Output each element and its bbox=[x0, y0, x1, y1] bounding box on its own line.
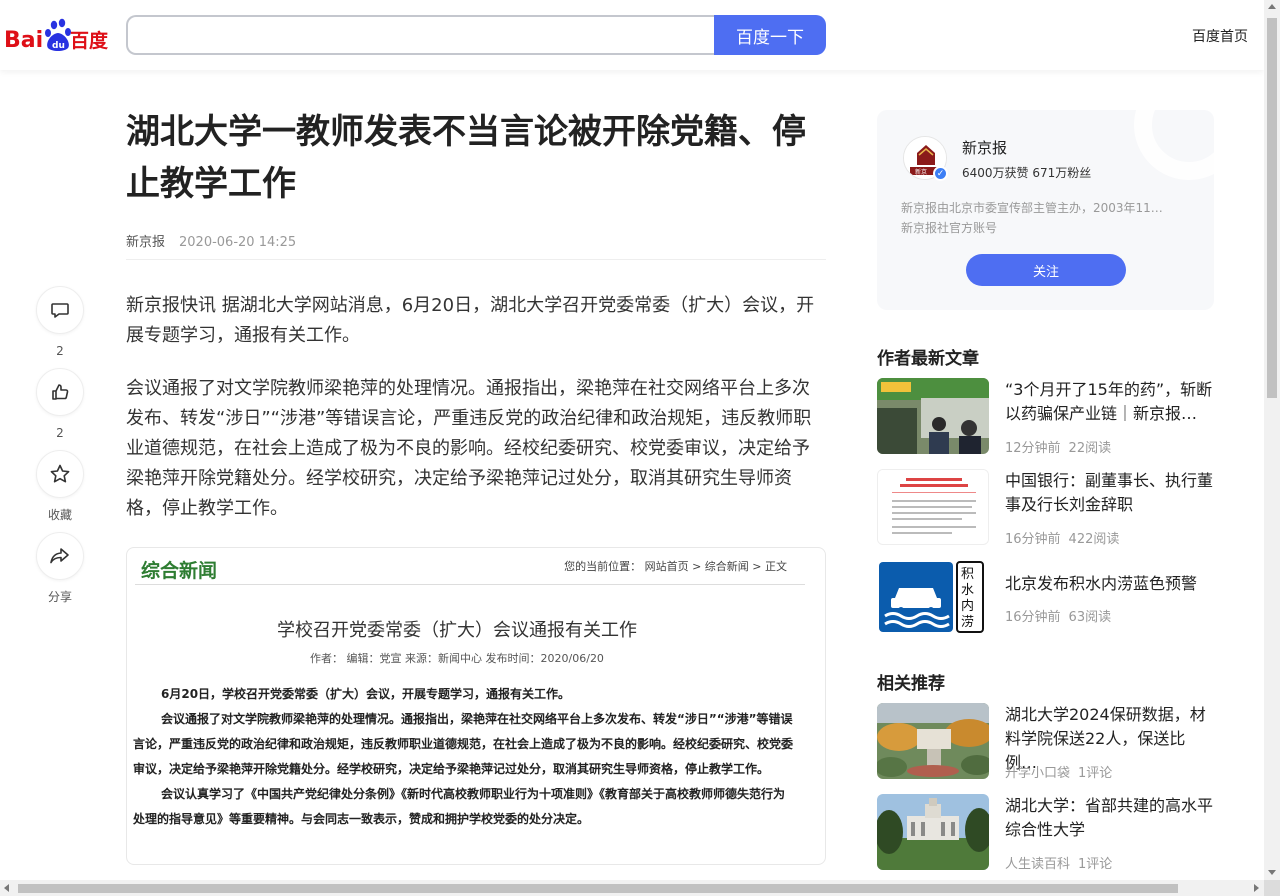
article-meta: 16分钟前 422阅读 bbox=[1005, 528, 1119, 547]
article-reads: 63阅读 bbox=[1068, 610, 1112, 625]
comment-button[interactable]: 2 bbox=[36, 286, 84, 358]
author-desc-line: 新京报社官方账号 bbox=[901, 221, 998, 235]
like-count: 2 bbox=[56, 426, 64, 440]
article-title-link[interactable]: 湖北大学：省部共建的高水平综合性大学 bbox=[1005, 794, 1215, 842]
svg-text:du: du bbox=[52, 41, 65, 51]
svg-text:涝: 涝 bbox=[961, 614, 974, 630]
embed-section-title: 综合新闻 bbox=[141, 560, 218, 582]
related-article-card[interactable]: 湖北大学：省部共建的高水平综合性大学 人生读百科 1评论 bbox=[877, 794, 1215, 872]
vertical-scrollbar[interactable] bbox=[1264, 0, 1280, 880]
article-title-link[interactable]: 中国银行：副董事长、执行董事及行长刘金辞职 bbox=[1005, 469, 1215, 517]
scroll-up-arrow-icon[interactable] bbox=[1268, 4, 1276, 9]
scroll-right-arrow-icon[interactable] bbox=[1254, 884, 1259, 892]
vertical-scroll-thumb[interactable] bbox=[1267, 18, 1277, 398]
author-stats: 6400万获赞 671万粉丝 bbox=[962, 166, 1092, 180]
svg-text:百度: 百度 bbox=[70, 29, 108, 52]
embed-paragraph: 会议认真学习了《中国共产党纪律处分条例》《新时代高校教师职业行为十项准则》《教育… bbox=[133, 787, 786, 826]
article-thumbnail bbox=[877, 469, 989, 545]
article-title-link[interactable]: “3个月开了15年的药”，斩断以药骗保产业链｜新京报… bbox=[1005, 378, 1215, 426]
flood-warning-thumbnail: 积 水 内 涝 bbox=[877, 560, 989, 636]
favorite-button[interactable]: 收藏 bbox=[36, 450, 84, 522]
article-title-link[interactable]: 北京发布积水内涝蓝色预警 bbox=[1005, 572, 1215, 596]
embed-body: 6月20日，学校召开党委常委（扩大）会议，开展专题学习，通报有关工作。 会议通报… bbox=[133, 682, 793, 832]
article-time: 16分钟前 bbox=[1005, 532, 1061, 547]
article-source[interactable]: 新京报 bbox=[126, 235, 165, 250]
article-comments: 1评论 bbox=[1078, 857, 1113, 872]
svg-text:积: 积 bbox=[961, 567, 974, 582]
baidu-logo[interactable]: Bai du 百度 bbox=[4, 16, 109, 54]
article-source: 升学小口袋 bbox=[1005, 766, 1071, 781]
author-name[interactable]: 新京报 bbox=[962, 137, 1007, 158]
latest-articles-heading: 作者最新文章 bbox=[877, 349, 979, 369]
campus-aerial-thumbnail bbox=[877, 703, 989, 779]
avatar-text: 新京 bbox=[915, 168, 927, 176]
follow-button[interactable]: 关注 bbox=[966, 254, 1126, 286]
article-date: 2020-06-20 14:25 bbox=[179, 235, 297, 250]
article-paragraph: 会议通报了对文学院教师梁艳萍的处理情况。通报指出，梁艳萍在社交网络平台上多次发布… bbox=[126, 378, 812, 519]
article-meta: 升学小口袋 1评论 bbox=[1005, 762, 1112, 781]
article-meta: 16分钟前 63阅读 bbox=[1005, 606, 1111, 625]
embed-paragraph: 会议通报了对文学院教师梁艳萍的处理情况。通报指出，梁艳萍在社交网络平台上多次发布… bbox=[133, 712, 794, 776]
article-time: 12分钟前 bbox=[1005, 441, 1061, 456]
related-heading: 相关推荐 bbox=[877, 674, 945, 694]
embed-paragraph: 6月20日，学校召开党委常委（扩大）会议，开展专题学习，通报有关工作。 bbox=[161, 687, 571, 701]
author-card: 新京 ✓ 新京报 6400万获赞 671万粉丝 新京报由北京市委宣传部主管主办，… bbox=[877, 110, 1214, 310]
article-meta: 12分钟前 22阅读 bbox=[1005, 437, 1111, 456]
horizontal-scrollbar[interactable] bbox=[0, 880, 1264, 896]
star-icon bbox=[50, 464, 70, 483]
article-meta: 新京报 2020-06-20 14:25 bbox=[126, 231, 296, 250]
embed-title: 学校召开党委常委（扩大）会议通报有关工作 bbox=[277, 620, 637, 641]
top-bar: Bai du 百度 百度一下 百度首页 bbox=[0, 0, 1264, 70]
article-reads: 422阅读 bbox=[1068, 532, 1120, 547]
scroll-left-arrow-icon[interactable] bbox=[4, 884, 9, 892]
author-desc-line: 新京报由北京市委宣传部主管主办，2003年11… bbox=[901, 201, 1163, 215]
comment-icon bbox=[51, 303, 69, 318]
favorite-label: 收藏 bbox=[47, 508, 72, 522]
svg-text:内: 内 bbox=[961, 598, 974, 614]
embed-info: 作者： 编辑：党宣 来源：新闻中心 发布时间：2020/06/20 bbox=[310, 652, 604, 665]
campus-building-thumbnail bbox=[877, 794, 989, 870]
notice-screenshot[interactable]: 综合新闻 您的当前位置： 网站首页 > 综合新闻 > 正文 学校召开党委常委（扩… bbox=[126, 547, 826, 865]
share-button[interactable]: 分享 bbox=[36, 532, 84, 604]
comment-count: 2 bbox=[56, 344, 64, 358]
latest-article-card[interactable]: “3个月开了15年的药”，斩断以药骗保产业链｜新京报… 12分钟前 22阅读 bbox=[877, 378, 1215, 456]
latest-article-card[interactable]: 中国银行：副董事长、执行董事及行长刘金辞职 16分钟前 422阅读 bbox=[877, 469, 1215, 547]
svg-text:Bai: Bai bbox=[4, 28, 43, 53]
share-label: 分享 bbox=[47, 590, 72, 604]
article-reads: 22阅读 bbox=[1068, 441, 1112, 456]
search-box[interactable] bbox=[126, 15, 716, 55]
baidu-home-link[interactable]: 百度首页 bbox=[1192, 26, 1248, 46]
svg-text:水: 水 bbox=[961, 583, 974, 598]
divider bbox=[126, 259, 826, 260]
card-decoration bbox=[1134, 110, 1214, 180]
article-paragraph: 新京报快讯 据湖北大学网站消息，6月20日，湖北大学召开党委常委（扩大）会议，开… bbox=[126, 295, 815, 346]
article-meta: 人生读百科 1评论 bbox=[1005, 853, 1112, 872]
scroll-down-arrow-icon[interactable] bbox=[1268, 870, 1276, 875]
thumbs-up-icon bbox=[52, 384, 69, 400]
verified-icon: ✓ bbox=[933, 166, 948, 181]
search-button[interactable]: 百度一下 bbox=[714, 15, 826, 55]
latest-article-card[interactable]: 积 水 内 涝 北京发布积水内涝蓝色预警 16分钟前 63阅读 bbox=[877, 560, 1214, 636]
search-input[interactable] bbox=[128, 17, 716, 53]
article-title: 湖北大学一教师发表不当言论被开除党籍、停止教学工作 bbox=[126, 112, 806, 204]
related-article-card[interactable]: 湖北大学2024保研数据，材料学院保送22人，保送比例… 升学小口袋 1评论 bbox=[877, 703, 1214, 781]
author-description: 新京报由北京市委宣传部主管主办，2003年11… 新京报社官方账号 bbox=[901, 198, 1191, 238]
article-source: 人生读百科 bbox=[1005, 857, 1071, 872]
article-thumbnail bbox=[877, 378, 989, 454]
article-time: 16分钟前 bbox=[1005, 610, 1061, 625]
article-comments: 1评论 bbox=[1078, 766, 1113, 781]
scrollbar-corner bbox=[1264, 880, 1280, 896]
like-button[interactable]: 2 bbox=[36, 368, 84, 440]
share-icon bbox=[50, 548, 69, 564]
embed-breadcrumb: 您的当前位置： 网站首页 > 综合新闻 > 正文 bbox=[564, 560, 787, 573]
horizontal-scroll-thumb[interactable] bbox=[18, 884, 1178, 893]
embed-divider bbox=[135, 584, 805, 585]
